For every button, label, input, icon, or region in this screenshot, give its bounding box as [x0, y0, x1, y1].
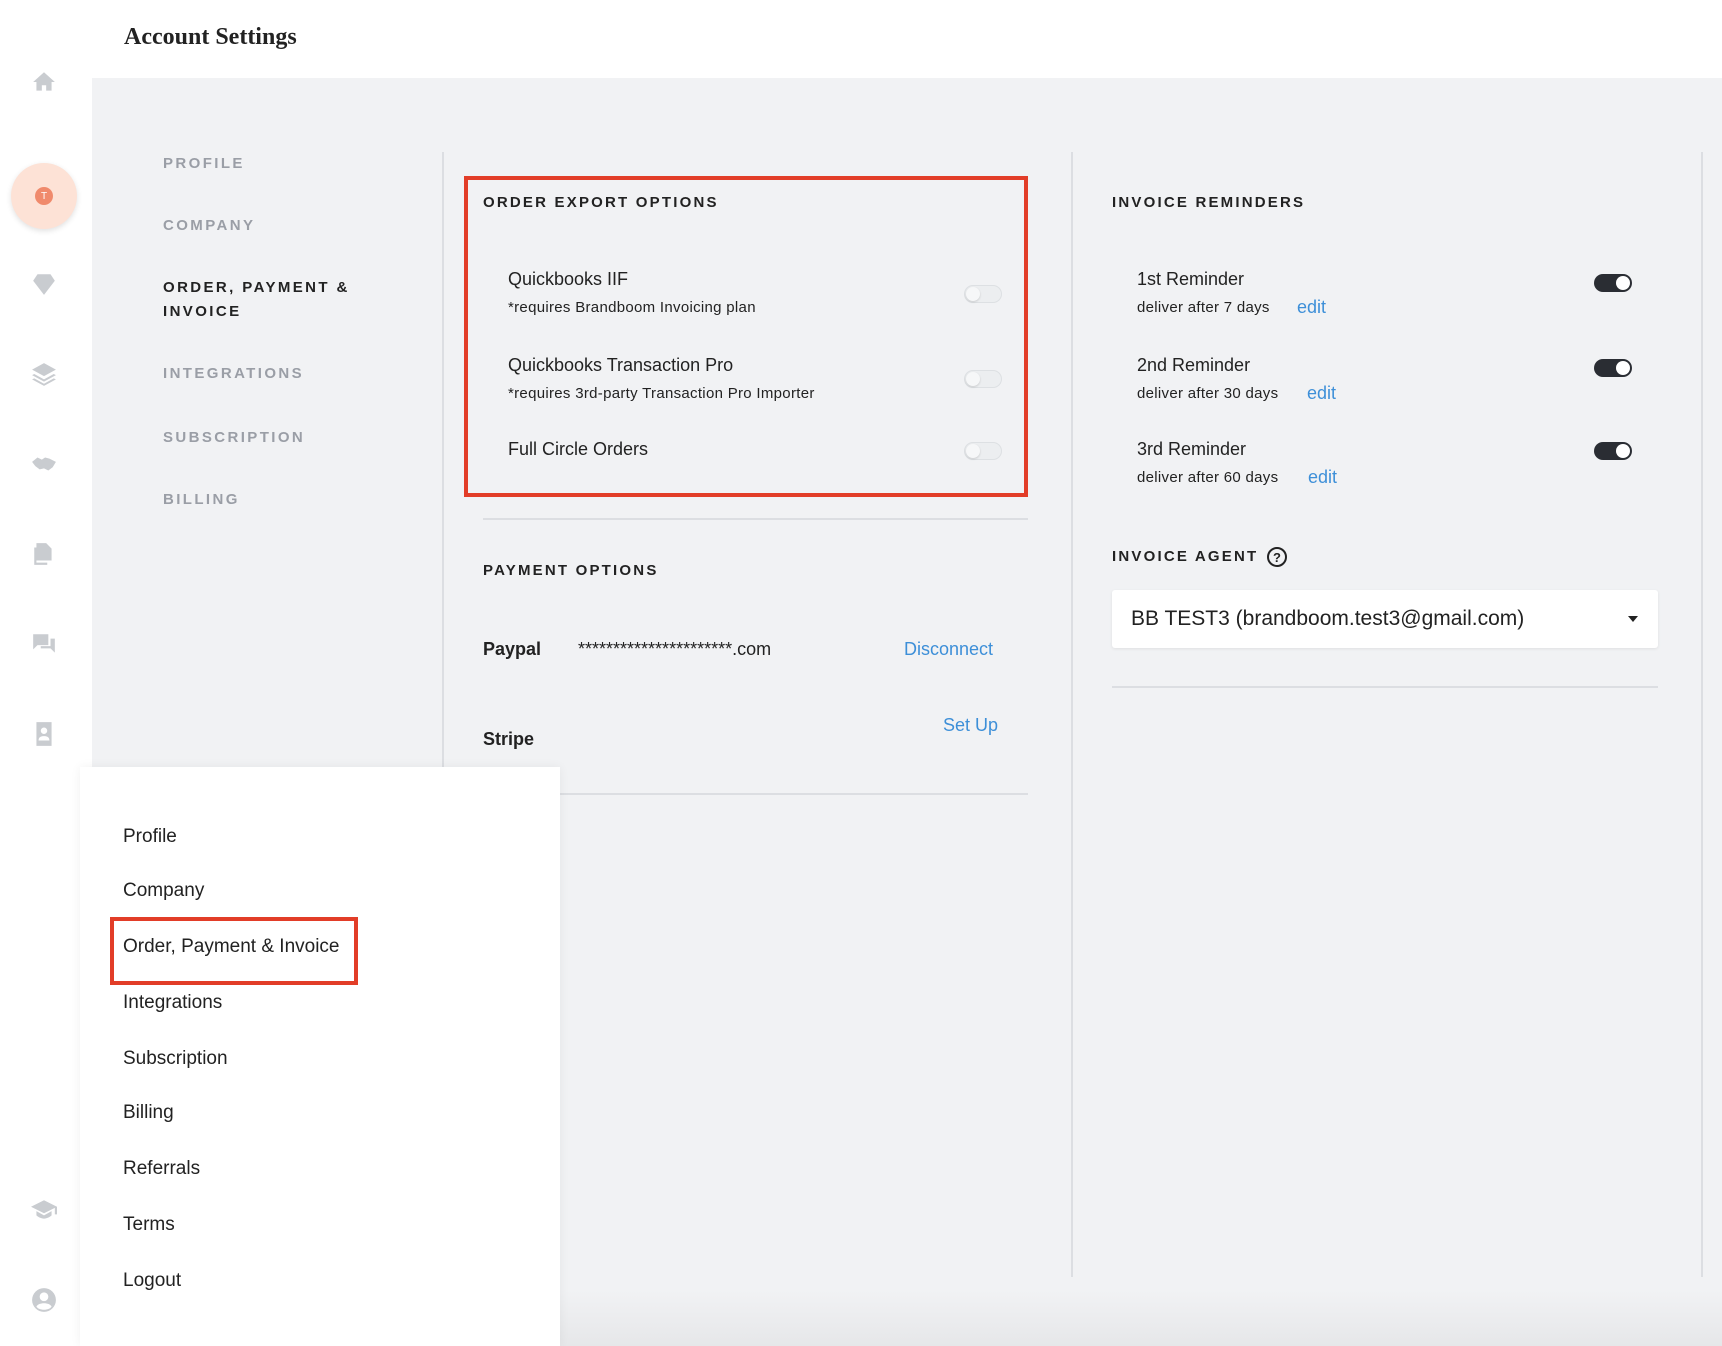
bottom-shade: [560, 1290, 1722, 1346]
page-header: Account Settings: [92, 0, 1722, 78]
stripe-label: Stripe: [483, 729, 535, 749]
section-nav-billing[interactable]: BILLING: [163, 488, 393, 512]
graduation-cap-icon[interactable]: [28, 1194, 60, 1226]
menu-item-terms[interactable]: Terms: [123, 1214, 175, 1236]
icon-rail: T: [0, 0, 92, 1346]
menu-item-company[interactable]: Company: [123, 880, 204, 902]
user-icon[interactable]: [28, 1284, 60, 1316]
home-icon[interactable]: [28, 66, 60, 98]
reminder-1-toggle[interactable]: [1594, 274, 1632, 292]
paypal-label: Paypal: [483, 639, 542, 659]
option-title: Quickbooks IIF: [508, 269, 629, 289]
quickbooks-transaction-pro-toggle[interactable]: [964, 370, 1002, 388]
paypal-account: **********************.com: [578, 639, 772, 659]
menu-item-integrations[interactable]: Integrations: [123, 992, 222, 1014]
section-nav-profile[interactable]: PROFILE: [163, 152, 393, 176]
reminder-title: 1st Reminder: [1137, 269, 1245, 289]
menu-item-referrals[interactable]: Referrals: [123, 1158, 200, 1180]
section-nav-subscription[interactable]: SUBSCRIPTION: [163, 426, 393, 450]
section-nav-order-payment-invoice[interactable]: ORDER, PAYMENT & INVOICE: [163, 276, 393, 324]
section-nav-integrations[interactable]: INTEGRATIONS: [163, 362, 393, 386]
reminder-edit-link[interactable]: edit: [1308, 467, 1337, 488]
section-divider: [1112, 686, 1658, 688]
reminder-edit-link[interactable]: edit: [1307, 383, 1336, 404]
menu-item-subscription[interactable]: Subscription: [123, 1048, 228, 1070]
order-export-title: ORDER EXPORT OPTIONS: [483, 194, 719, 211]
column-divider: [1071, 152, 1073, 1277]
account-popup-menu: Profile Company Order, Payment & Invoice…: [80, 767, 560, 1346]
section-nav-company[interactable]: COMPANY: [163, 214, 393, 238]
section-divider: [483, 518, 1028, 520]
option-subtitle: *requires Brandboom Invoicing plan: [508, 299, 756, 316]
reminder-subtitle: deliver after 30 days: [1137, 385, 1279, 402]
reminder-subtitle: deliver after 7 days: [1137, 299, 1270, 316]
invoice-agent-value: BB TEST3 (brandboom.test3@gmail.com): [1131, 607, 1525, 630]
menu-item-profile[interactable]: Profile: [123, 826, 177, 848]
handshake-icon[interactable]: [28, 448, 60, 480]
help-icon[interactable]: ?: [1267, 547, 1287, 567]
option-title: Quickbooks Transaction Pro: [508, 355, 734, 375]
reminder-3-toggle[interactable]: [1594, 442, 1632, 460]
payment-options-title: PAYMENT OPTIONS: [483, 562, 659, 579]
invoice-agent-select[interactable]: BB TEST3 (brandboom.test3@gmail.com): [1112, 590, 1658, 648]
invoice-reminders-title: INVOICE REMINDERS: [1112, 194, 1306, 211]
contact-card-icon[interactable]: [28, 718, 60, 750]
gem-icon[interactable]: [28, 268, 60, 300]
chat-icon[interactable]: [28, 628, 60, 660]
highlight-box: [110, 917, 358, 985]
invoice-agent-title: INVOICE AGENT: [1112, 548, 1259, 565]
quickbooks-iif-toggle[interactable]: [964, 285, 1002, 303]
chevron-down-icon: [1628, 616, 1638, 622]
stripe-setup-link[interactable]: Set Up: [943, 715, 998, 736]
menu-item-billing[interactable]: Billing: [123, 1102, 174, 1124]
reminder-edit-link[interactable]: edit: [1297, 297, 1326, 318]
avatar-initial: T: [35, 187, 53, 205]
paypal-disconnect-link[interactable]: Disconnect: [904, 639, 993, 660]
avatar[interactable]: T: [11, 163, 77, 229]
popup-pointer: [66, 1290, 80, 1314]
documents-icon[interactable]: [28, 538, 60, 570]
reminder-title: 2nd Reminder: [1137, 355, 1251, 375]
reminder-2-toggle[interactable]: [1594, 359, 1632, 377]
reminder-title: 3rd Reminder: [1137, 439, 1247, 459]
menu-item-logout[interactable]: Logout: [123, 1270, 181, 1292]
full-circle-orders-toggle[interactable]: [964, 442, 1002, 460]
section-divider: [483, 793, 1028, 795]
column-divider: [1701, 152, 1703, 1277]
layers-icon[interactable]: [28, 358, 60, 390]
option-title: Full Circle Orders: [508, 439, 649, 459]
reminder-subtitle: deliver after 60 days: [1137, 469, 1279, 486]
option-subtitle: *requires 3rd-party Transaction Pro Impo…: [508, 385, 815, 402]
page-title: Account Settings: [124, 24, 297, 50]
